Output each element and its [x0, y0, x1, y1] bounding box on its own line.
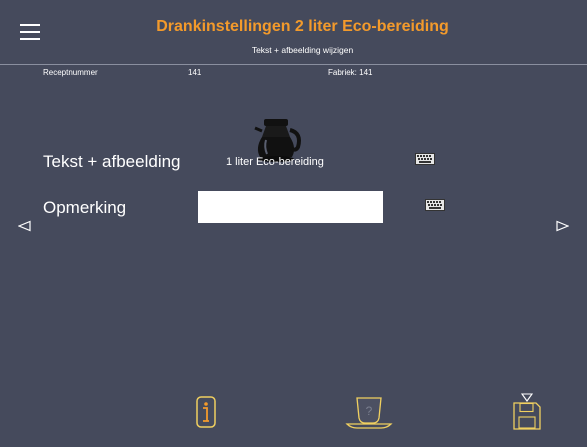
hamburger-menu-icon[interactable]	[20, 24, 40, 40]
keyboard-icon[interactable]	[425, 199, 445, 211]
recipe-number-value: 141	[188, 68, 202, 77]
header-divider	[0, 64, 587, 65]
save-floppy-icon[interactable]	[513, 402, 541, 430]
page-subtitle: Tekst + afbeelding wijzigen	[251, 45, 354, 55]
keyboard-icon[interactable]	[415, 153, 435, 165]
cup-help-icon[interactable]: ?	[345, 396, 393, 430]
factory-value: Fabriek: 141	[328, 68, 373, 77]
recipe-number-label: Receptnummer	[43, 68, 98, 77]
triangle-right-icon[interactable]	[555, 219, 570, 232]
svg-text:?: ?	[366, 404, 373, 418]
text-image-value: 1 liter Eco-bereiding	[226, 156, 324, 168]
triangle-left-icon[interactable]	[17, 219, 32, 232]
text-image-label: Tekst + afbeelding	[43, 152, 181, 171]
remark-label: Opmerking	[43, 198, 127, 217]
info-icon[interactable]	[196, 396, 216, 428]
triangle-down-icon	[520, 390, 534, 402]
remark-input[interactable]	[198, 191, 383, 223]
page-title: Drankinstellingen 2 liter Eco-bereiding	[156, 18, 449, 35]
